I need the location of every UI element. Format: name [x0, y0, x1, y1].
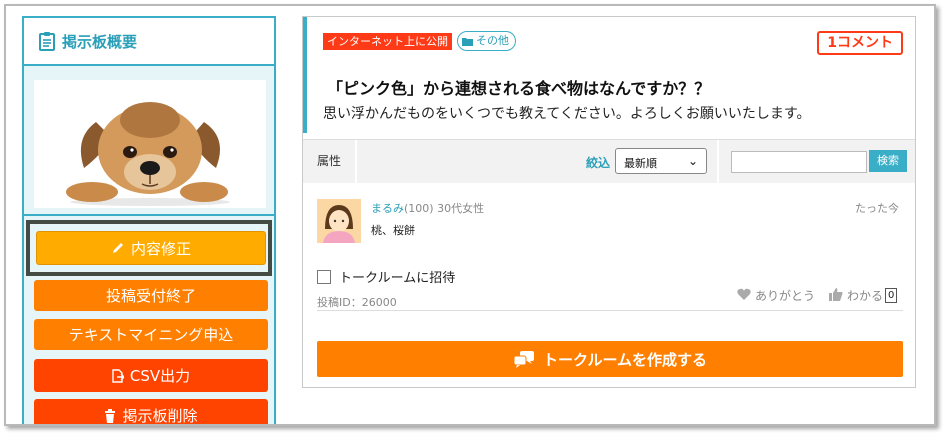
sidebar-header: 掲示板概要: [24, 18, 274, 66]
csv-export-button[interactable]: CSV出力: [34, 359, 268, 392]
user-avatar: [317, 199, 361, 243]
create-talkroom-button[interactable]: トークルームを作成する: [317, 341, 903, 377]
attribute-tab[interactable]: 属性: [303, 140, 357, 184]
agree-label: わかる: [847, 289, 884, 303]
chat-bubbles-icon: [513, 350, 535, 368]
sort-selected-value: 最新順: [624, 157, 657, 170]
clipboard-icon: [38, 31, 56, 51]
comment-user-name: まるみ: [371, 202, 404, 215]
comment-item: まるみ(100) 30代女性 たった今 桃、桜餅 トークルームに招待 投稿ID：…: [317, 195, 903, 311]
comment-user-demographic: 30代女性: [437, 202, 485, 215]
trash-icon: [104, 408, 116, 423]
category-badge[interactable]: その他: [457, 31, 516, 51]
filter-separator: [717, 140, 719, 184]
thanks-button[interactable]: ありがとう: [737, 287, 815, 304]
chevron-down-icon: ⌄: [687, 154, 698, 168]
thanks-label: ありがとう: [755, 289, 816, 303]
text-mining-label: テキストマイニング申込: [68, 326, 234, 344]
app-window: 掲示板概要 内容修正 投稿受付終了 テキストマイニング申込 CSV出力 掲示板削…: [4, 4, 936, 426]
invite-checkbox[interactable]: [317, 269, 331, 284]
close-posting-button[interactable]: 投稿受付終了: [34, 280, 268, 311]
heart-icon: [737, 288, 755, 303]
visibility-badge: インターネット上に公開: [323, 33, 452, 50]
delete-board-label: 掲示板削除: [122, 407, 198, 425]
comment-time: たった今: [855, 202, 899, 215]
sort-select[interactable]: 最新順 ⌄: [615, 148, 707, 174]
post-header: インターネット上に公開 その他 1コメント 「ピンク色」から連想される食べ物はな…: [303, 17, 915, 133]
invite-label: トークルームに招待: [339, 271, 456, 286]
create-talkroom-label: トークルームを作成する: [542, 350, 708, 369]
comment-text: 桃、桜餅: [371, 224, 415, 237]
post-title: 「ピンク色」から連想される食べ物はなんですか？？: [327, 79, 711, 98]
agree-button[interactable]: わかる 0: [829, 287, 898, 304]
post-id: 投稿ID：26000: [317, 296, 397, 309]
pencil-icon: [111, 241, 125, 255]
board-thumbnail-dog-image: [34, 80, 266, 208]
export-icon: [112, 368, 124, 383]
sidebar-title: 掲示板概要: [62, 32, 138, 51]
post-description: 思い浮かんだものをいくつでも教えてください。よろしくお願いいたします。: [323, 106, 811, 122]
csv-export-label: CSV出力: [129, 367, 191, 385]
comment-count-badge: 1コメント: [817, 31, 903, 55]
search-input[interactable]: [731, 151, 867, 173]
board-overview-sidebar: 掲示板概要 内容修正 投稿受付終了 テキストマイニング申込 CSV出力 掲示板削…: [22, 16, 276, 425]
category-label: その他: [476, 34, 509, 47]
close-posting-label: 投稿受付終了: [105, 287, 196, 305]
search-button[interactable]: 検索: [869, 150, 907, 172]
comment-user-points: (100): [404, 202, 434, 215]
delete-board-button[interactable]: 掲示板削除: [34, 399, 268, 425]
narrow-label: 絞込: [586, 156, 611, 170]
edit-content-button[interactable]: 内容修正: [36, 231, 266, 265]
sidebar-divider: [24, 214, 274, 216]
comment-user[interactable]: まるみ(100) 30代女性: [371, 200, 484, 216]
post-panel: インターネット上に公開 その他 1コメント 「ピンク色」から連想される食べ物はな…: [302, 16, 916, 388]
edit-content-label: 内容修正: [130, 239, 191, 258]
invite-talkroom-toggle[interactable]: トークルームに招待: [317, 267, 455, 286]
thumbs-up-icon: [829, 287, 847, 304]
text-mining-button[interactable]: テキストマイニング申込: [34, 319, 268, 350]
filter-bar: 属性 絞込 最新順 ⌄ 検索: [303, 139, 915, 184]
folder-icon: [462, 37, 473, 46]
agree-count: 0: [885, 288, 898, 303]
